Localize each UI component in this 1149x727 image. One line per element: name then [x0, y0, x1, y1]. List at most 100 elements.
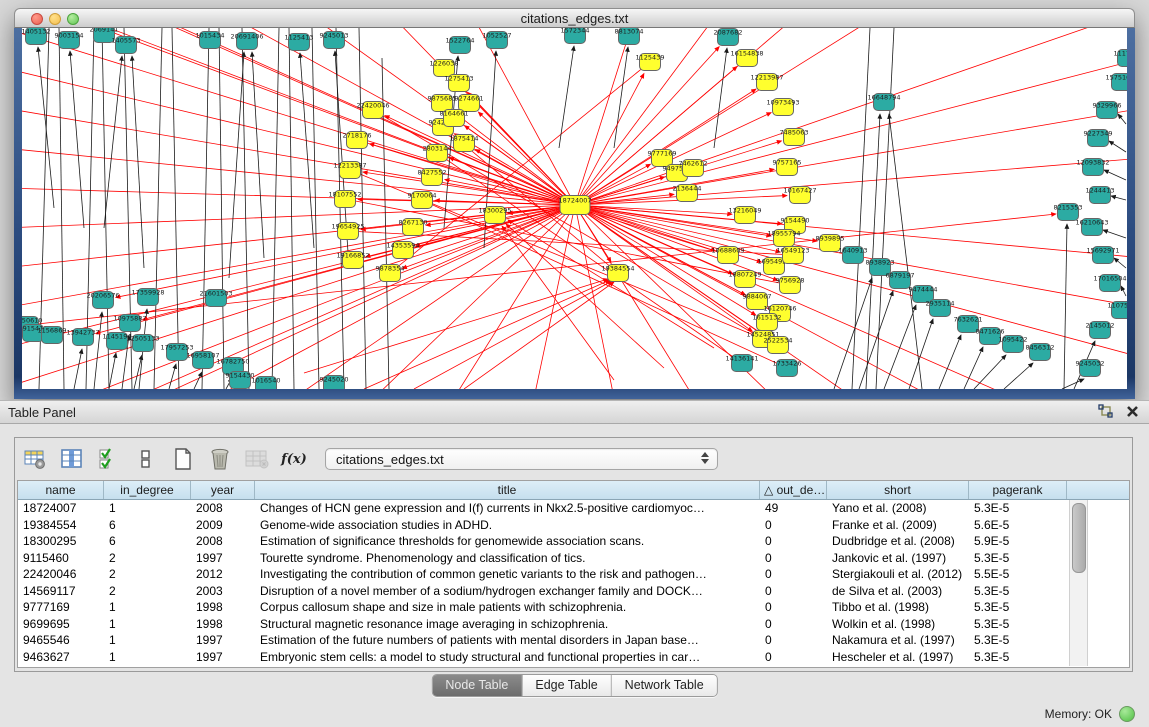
cell[interactable]: 2: [104, 550, 191, 567]
cell[interactable]: 14569117: [18, 583, 104, 600]
cell[interactable]: 0: [760, 550, 827, 567]
cell[interactable]: Estimation of significance thresholds fo…: [255, 533, 760, 550]
table-row[interactable]: 946362711997Embryonic stem cells: a mode…: [18, 649, 1129, 666]
cell[interactable]: 1997: [191, 550, 255, 567]
cell[interactable]: Wolkin et al. (1998): [827, 616, 969, 633]
tab-edge-table[interactable]: Edge Table: [522, 675, 611, 696]
table-settings-icon[interactable]: [21, 445, 49, 473]
tab-node-table[interactable]: Node Table: [432, 675, 522, 696]
column-header-name[interactable]: name: [18, 481, 104, 499]
cell[interactable]: Hescheler et al. (1997): [827, 649, 969, 666]
cell[interactable]: 0: [760, 533, 827, 550]
cell[interactable]: 5.3E-5: [969, 649, 1067, 666]
cell[interactable]: 9463627: [18, 649, 104, 666]
cell[interactable]: Corpus callosum shape and size in male p…: [255, 599, 760, 616]
cell[interactable]: 5.9E-5: [969, 533, 1067, 550]
network-canvas[interactable]: 2242004627181761221338718107552196549251…: [22, 28, 1127, 389]
vertical-scrollbar[interactable]: [1069, 500, 1088, 666]
cell[interactable]: Structural magnetic resonance image aver…: [255, 616, 760, 633]
cell[interactable]: Dudbridge et al. (2008): [827, 533, 969, 550]
cell[interactable]: 2: [104, 566, 191, 583]
cell[interactable]: Tibbo et al. (1998): [827, 599, 969, 616]
cell[interactable]: 9777169: [18, 599, 104, 616]
cell[interactable]: 5.3E-5: [969, 583, 1067, 600]
table-row[interactable]: 1456911722003Disruption of a novel membe…: [18, 583, 1129, 600]
cell[interactable]: 0: [760, 517, 827, 534]
delete-icon[interactable]: [206, 445, 234, 473]
table-row[interactable]: 911546021997Tourette syndrome. Phenomeno…: [18, 550, 1129, 567]
cell[interactable]: 5.3E-5: [969, 632, 1067, 649]
table-row[interactable]: 1938455462009Genome-wide association stu…: [18, 517, 1129, 534]
column-header-in_degree[interactable]: in_degree: [104, 481, 191, 499]
cell[interactable]: 5.3E-5: [969, 599, 1067, 616]
cell[interactable]: 0: [760, 632, 827, 649]
tab-network-table[interactable]: Network Table: [612, 675, 717, 696]
new-column-icon[interactable]: [169, 445, 197, 473]
cell[interactable]: Genome-wide association studies in ADHD.: [255, 517, 760, 534]
cell[interactable]: 2008: [191, 500, 255, 517]
table-panel-header[interactable]: Table Panel: [0, 400, 1149, 424]
cell[interactable]: 18724007: [18, 500, 104, 517]
cell[interactable]: 1: [104, 649, 191, 666]
cell[interactable]: 6: [104, 533, 191, 550]
cell[interactable]: 49: [760, 500, 827, 517]
cell[interactable]: 1997: [191, 632, 255, 649]
memory-status-indicator[interactable]: [1119, 706, 1135, 722]
cell[interactable]: Changes of HCN gene expression and I(f) …: [255, 500, 760, 517]
cell[interactable]: 5.3E-5: [969, 500, 1067, 517]
table-row[interactable]: 1830029562008Estimation of significance …: [18, 533, 1129, 550]
window-titlebar[interactable]: citations_edges.txt: [14, 8, 1135, 28]
cell[interactable]: 1: [104, 500, 191, 517]
cell[interactable]: 0: [760, 583, 827, 600]
table-selector-dropdown[interactable]: citations_edges.txt: [325, 448, 718, 470]
cell[interactable]: 1998: [191, 599, 255, 616]
cell[interactable]: de Silva et al. (2003): [827, 583, 969, 600]
cell[interactable]: 2008: [191, 533, 255, 550]
cell[interactable]: 2003: [191, 583, 255, 600]
column-header-out_de[interactable]: △ out_de…: [760, 481, 827, 499]
table-row[interactable]: 946554611997Estimation of the future num…: [18, 632, 1129, 649]
table-row[interactable]: 969969511998Structural magnetic resonanc…: [18, 616, 1129, 633]
cell[interactable]: 9699695: [18, 616, 104, 633]
cell[interactable]: Franke et al. (2009): [827, 517, 969, 534]
column-header-pagerank[interactable]: pagerank: [969, 481, 1067, 499]
cell[interactable]: 1: [104, 599, 191, 616]
cell[interactable]: 6: [104, 517, 191, 534]
table-row[interactable]: 1872400712008Changes of HCN gene express…: [18, 500, 1129, 517]
column-header-title[interactable]: title: [255, 481, 760, 499]
cell[interactable]: Stergiakouli et al. (2012): [827, 566, 969, 583]
cell[interactable]: 5.3E-5: [969, 616, 1067, 633]
close-icon[interactable]: [1126, 405, 1139, 418]
cell[interactable]: 0: [760, 599, 827, 616]
column-header-year[interactable]: year: [191, 481, 255, 499]
cell[interactable]: 1: [104, 616, 191, 633]
cell[interactable]: Investigating the contribution of common…: [255, 566, 760, 583]
cell[interactable]: Yano et al. (2008): [827, 500, 969, 517]
cell[interactable]: 9115460: [18, 550, 104, 567]
cell[interactable]: 0: [760, 616, 827, 633]
float-window-icon[interactable]: [1098, 404, 1114, 418]
cell[interactable]: 0: [760, 649, 827, 666]
column-header-short[interactable]: short: [827, 481, 969, 499]
scrollbar-thumb[interactable]: [1072, 503, 1086, 573]
select-rows-icon[interactable]: [95, 445, 123, 473]
cell[interactable]: 5.5E-5: [969, 566, 1067, 583]
cell[interactable]: Estimation of the future numbers of pati…: [255, 632, 760, 649]
cell[interactable]: 1: [104, 632, 191, 649]
cell[interactable]: Embryonic stem cells: a model to study s…: [255, 649, 760, 666]
cell[interactable]: 2009: [191, 517, 255, 534]
cell[interactable]: 5.3E-5: [969, 550, 1067, 567]
function-builder-icon[interactable]: f(x): [280, 445, 308, 473]
cell[interactable]: Tourette syndrome. Phenomenology and cla…: [255, 550, 760, 567]
cell[interactable]: 5.6E-5: [969, 517, 1067, 534]
cell[interactable]: 1997: [191, 649, 255, 666]
cell[interactable]: Jankovic et al. (1997): [827, 550, 969, 567]
row-height-icon[interactable]: [132, 445, 160, 473]
cell[interactable]: 18300295: [18, 533, 104, 550]
cell[interactable]: 1998: [191, 616, 255, 633]
cell[interactable]: 2: [104, 583, 191, 600]
cell[interactable]: 22420046: [18, 566, 104, 583]
cell[interactable]: Nakamura et al. (1997): [827, 632, 969, 649]
cell[interactable]: 2012: [191, 566, 255, 583]
cell[interactable]: 19384554: [18, 517, 104, 534]
